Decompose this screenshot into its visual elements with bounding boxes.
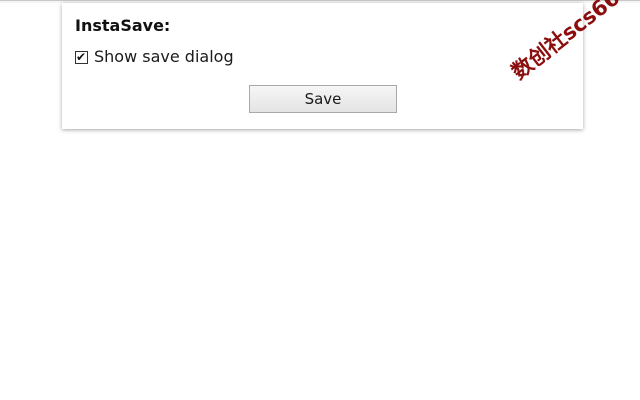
extension-popup: InstaSave: ✔ Show save dialog Save 数创社sc…	[62, 0, 624, 129]
save-button[interactable]: Save	[249, 85, 397, 113]
watermark: 数创社scs66	[507, 0, 625, 85]
show-save-dialog-option[interactable]: ✔ Show save dialog	[75, 47, 234, 67]
show-save-dialog-checkbox[interactable]: ✔	[75, 49, 88, 64]
show-save-dialog-label[interactable]: Show save dialog	[94, 47, 234, 67]
extension-title: InstaSave:	[75, 16, 171, 35]
checkmark-icon: ✔	[76, 49, 87, 64]
